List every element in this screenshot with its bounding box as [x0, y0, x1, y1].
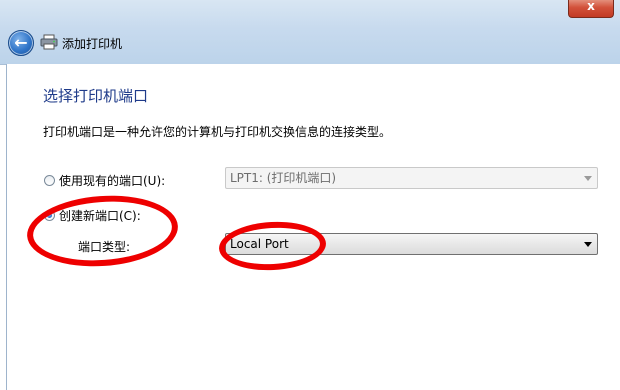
existing-port-select: LPT1: (打印机端口) [225, 167, 598, 189]
wizard-title: 添加打印机 [62, 37, 123, 51]
back-arrow-icon[interactable]: ← [8, 30, 34, 56]
printer-icon [40, 34, 58, 50]
page-title: 选择打印机端口 [43, 87, 149, 105]
use-existing-port-label[interactable]: 使用现有的端口(U): [59, 172, 165, 189]
title-bar: x ← 添加打印机 [0, 0, 620, 65]
page-description: 打印机端口是一种允许您的计算机与打印机交换信息的连接类型。 [43, 125, 392, 139]
use-existing-port-radio[interactable] [44, 175, 55, 186]
existing-port-value: LPT1: (打印机端口) [230, 171, 337, 185]
close-button[interactable]: x [568, 0, 614, 18]
chevron-down-icon [584, 242, 592, 247]
chevron-down-icon [584, 176, 592, 181]
